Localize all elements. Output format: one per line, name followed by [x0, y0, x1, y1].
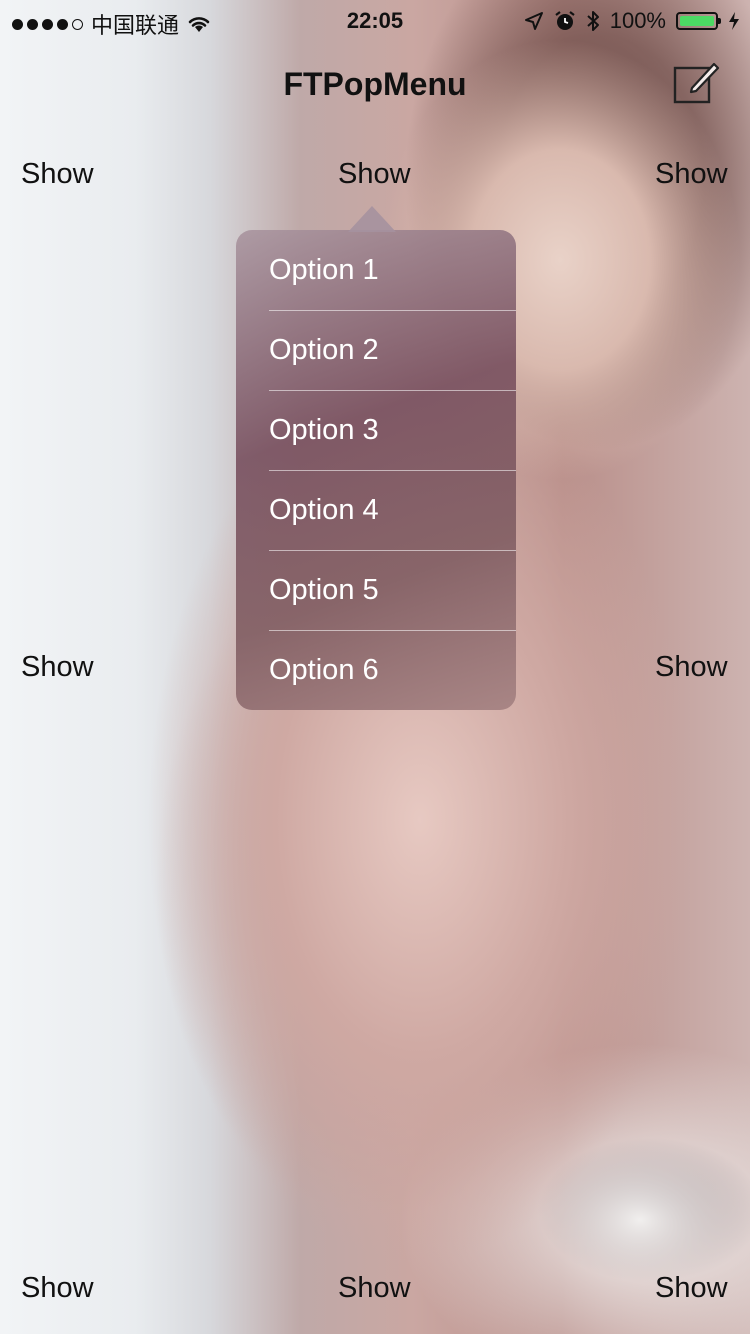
battery-percent: 100%: [609, 8, 666, 33]
menu-item-option-5[interactable]: Option 5: [236, 550, 516, 630]
show-button-middle-right[interactable]: Show: [655, 651, 728, 684]
show-button-middle-left[interactable]: Show: [21, 651, 94, 684]
alarm-icon: [555, 11, 575, 30]
menu-item-label: Option 3: [269, 413, 379, 446]
menu-item-label: Option 6: [269, 653, 379, 686]
menu-item-option-4[interactable]: Option 4: [236, 470, 516, 550]
battery-fill: [680, 16, 714, 26]
show-button-top-center[interactable]: Show: [338, 158, 411, 191]
location-icon: [524, 12, 543, 30]
charging-icon: [729, 12, 739, 30]
show-button-bottom-right[interactable]: Show: [655, 1272, 728, 1305]
menu-item-label: Option 4: [269, 493, 379, 526]
show-button-bottom-center[interactable]: Show: [338, 1272, 411, 1305]
bluetooth-icon: [587, 11, 599, 31]
status-right: 100%: [524, 8, 740, 34]
menu-item-label: Option 1: [269, 253, 379, 286]
menu-item-option-2[interactable]: Option 2: [236, 310, 516, 390]
pop-menu: Option 1 Option 2 Option 3 Option 4 Opti…: [236, 206, 516, 710]
menu-item-option-6[interactable]: Option 6: [236, 630, 516, 710]
menu-item-option-3[interactable]: Option 3: [236, 390, 516, 470]
show-button-top-right[interactable]: Show: [655, 158, 728, 191]
pop-menu-arrow: [348, 206, 396, 232]
status-bar: 中国联通 22:05 100%: [0, 0, 750, 40]
menu-item-label: Option 2: [269, 333, 379, 366]
menu-item-label: Option 5: [269, 573, 379, 606]
battery-icon: [676, 12, 721, 30]
page-title: FTPopMenu: [283, 66, 467, 102]
compose-icon[interactable]: [672, 58, 720, 106]
show-button-bottom-left[interactable]: Show: [21, 1272, 94, 1305]
menu-item-option-1[interactable]: Option 1: [236, 230, 516, 310]
show-button-top-left[interactable]: Show: [21, 158, 94, 191]
